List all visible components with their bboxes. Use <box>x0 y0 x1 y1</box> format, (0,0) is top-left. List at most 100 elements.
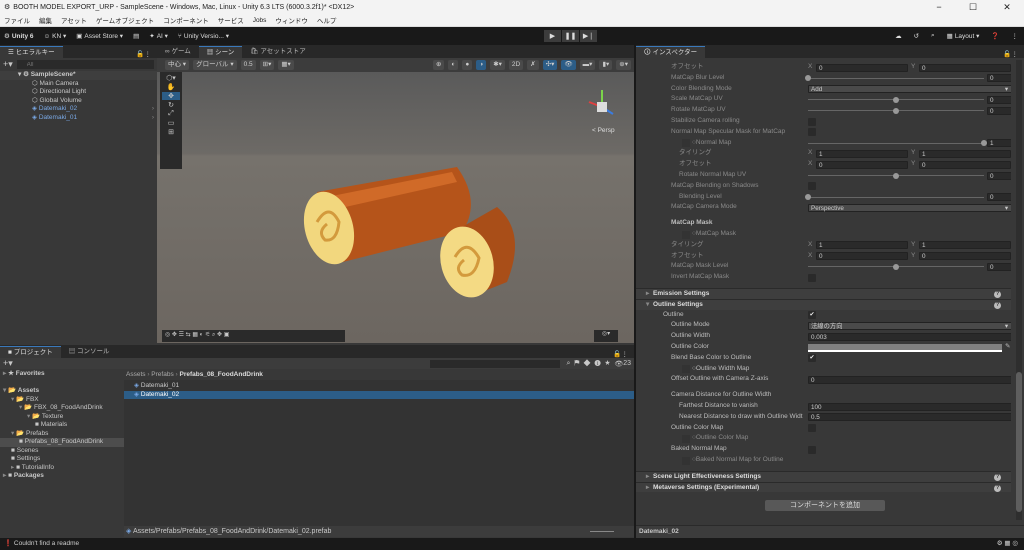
section-header[interactable]: ▸ Emission Settings? <box>636 288 1011 299</box>
2d-toggle-icon[interactable]: 2D <box>508 60 524 70</box>
texture-slot[interactable] <box>682 230 690 239</box>
overlay-tool-icon[interactable]: ◎ ✥ ☰ ⇆ ▦ ◐ ⚟ ⌕ ✥ ▣ <box>165 331 229 341</box>
vector-y-field[interactable]: 0 <box>919 160 1011 169</box>
texture-slot[interactable] <box>682 456 690 465</box>
menu-item[interactable]: ファイル <box>4 15 30 25</box>
space-dropdown[interactable]: グローバル ▾ <box>193 60 237 70</box>
cloud-icon[interactable]: ☁ <box>895 32 902 40</box>
debug-draw-icon[interactable]: ✱▾ <box>490 60 505 70</box>
history-icon[interactable]: ↺ <box>914 32 919 40</box>
folder-item[interactable]: ■ Scenes <box>0 447 124 456</box>
project-search-input[interactable] <box>430 359 561 368</box>
slider-track[interactable] <box>805 75 984 82</box>
checkbox[interactable] <box>808 128 816 137</box>
layout-dropdown[interactable]: ▦ Layout ▾ <box>947 32 980 40</box>
slider-knob[interactable] <box>805 75 811 82</box>
tab-inspector[interactable]: 🛈 インスペクター <box>636 46 706 58</box>
pivot-dropdown[interactable]: 中心 ▾ <box>165 60 190 70</box>
chevron-right-icon[interactable]: › <box>152 114 154 123</box>
lit-shaded-icon[interactable]: ◑ <box>476 60 487 70</box>
tab-console[interactable]: ▤ コンソール <box>61 346 118 358</box>
orientation-icon[interactable]: ⊕▾ <box>616 60 631 70</box>
shaded-icon[interactable]: ● <box>462 60 473 70</box>
folder-item[interactable]: ▾ 📂 Assets <box>0 387 124 396</box>
step-button[interactable]: ▶❘ <box>580 30 597 42</box>
icon-size-slider[interactable] <box>590 531 614 532</box>
hierarchy-item[interactable]: ◈ Datemaki_02 › <box>0 105 157 114</box>
menu-item[interactable]: コンポーネント <box>163 15 209 25</box>
slider-track[interactable] <box>808 96 984 103</box>
slider-value-field[interactable]: 1 <box>987 139 1011 148</box>
menu-item[interactable]: ゲームオブジェクト <box>96 15 154 25</box>
folder-item[interactable]: ▾ 📂 Prefabs <box>0 430 124 439</box>
value-field[interactable]: 100 <box>808 402 1011 411</box>
menu-item[interactable]: ヘルプ <box>317 15 337 25</box>
inspector-scrollbar[interactable] <box>1016 60 1022 520</box>
increment-snap-icon[interactable]: ▦▾ <box>278 60 294 70</box>
tab-asset-store[interactable]: 🛍 アセットストア <box>242 46 313 58</box>
persp-label[interactable]: < Persp <box>592 127 615 134</box>
camera-overlay-icon[interactable]: ◎▾ <box>594 330 618 342</box>
wireframe-shading-icon[interactable]: ⊕ <box>432 60 445 70</box>
value-field[interactable]: 0 <box>808 375 1011 384</box>
slider-knob[interactable] <box>893 107 899 114</box>
help-icon[interactable]: ? <box>994 301 1001 309</box>
vector-y-field[interactable]: 0 <box>919 63 1011 72</box>
menu-item[interactable]: ウィンドウ <box>275 15 308 25</box>
rect-tool-icon[interactable]: ▭ <box>168 119 175 127</box>
status-icons[interactable]: ⚙ ▦ ◎ <box>997 538 1018 550</box>
slider-track[interactable] <box>808 140 987 147</box>
asset-store-button[interactable]: ▣ Asset Store ▾ <box>76 32 123 40</box>
slider-track[interactable] <box>808 107 984 114</box>
maximize-button[interactable]: ☐ <box>956 0 990 14</box>
help-icon[interactable]: ? <box>994 473 1001 481</box>
checkbox[interactable]: ✔ <box>808 311 816 320</box>
file-item[interactable]: ◈ Datemaki_01 <box>124 382 634 391</box>
slider-track[interactable] <box>805 194 984 201</box>
account-button[interactable]: ☺ KN ▾ <box>44 32 67 41</box>
transform-tool-icon[interactable]: ⊞ <box>168 128 174 136</box>
snap-value-field[interactable]: 0.5 <box>240 60 256 70</box>
help-icon[interactable]: ? <box>994 291 1001 298</box>
checkbox[interactable] <box>808 117 816 126</box>
slider-track[interactable] <box>808 263 984 270</box>
tab-scene[interactable]: ▦ シーン <box>198 46 243 58</box>
folder-item[interactable]: ▸ ■ TutorialInfo <box>0 464 124 473</box>
dropdown[interactable]: Add ▾ <box>808 85 1011 94</box>
play-button[interactable]: ▶ <box>544 30 561 42</box>
more-menu-icon[interactable]: ⋮ <box>1012 32 1019 40</box>
vector-y-field[interactable]: 1 <box>919 241 1011 250</box>
lock-icon[interactable]: 🔓⋮ <box>1003 50 1024 58</box>
lock-icon[interactable]: 🔓⋮ <box>136 50 157 58</box>
tab-hierarchy[interactable]: ☰ ヒエラルキー <box>0 46 63 58</box>
slider-knob[interactable] <box>893 96 899 103</box>
section-header[interactable]: ▸ Metaverse Settings (Experimental)? <box>636 481 1011 493</box>
breadcrumb-item[interactable]: Assets <box>126 371 146 378</box>
hierarchy-search-input[interactable] <box>16 60 154 69</box>
value-field[interactable]: 0.003 <box>808 332 1011 341</box>
lock-icon[interactable]: 🔓⋮ <box>613 350 634 358</box>
help-icon[interactable]: ❓ <box>991 32 999 40</box>
section-header[interactable]: ▾ Outline Settings? <box>636 298 1011 310</box>
folder-item[interactable]: ▾ 📂 FBX_08_FoodAndDrink <box>0 404 124 413</box>
view-options-icon[interactable]: ⬡▾ <box>166 74 176 82</box>
search-icon[interactable]: ⌕ <box>931 32 935 40</box>
slider-value-field[interactable]: 0 <box>987 171 1011 180</box>
slider-value-field[interactable]: 0 <box>987 262 1011 271</box>
vector-x-field[interactable]: 1 <box>816 241 908 250</box>
help-icon[interactable]: ? <box>994 484 1001 492</box>
value-field[interactable]: 0.5 <box>808 413 1011 422</box>
vector-x-field[interactable]: 0 <box>816 252 908 261</box>
camera-settings-icon[interactable]: ▬▾ <box>579 60 596 70</box>
texture-slot[interactable] <box>682 434 690 443</box>
tab-game[interactable]: ∞ ゲーム <box>157 46 199 58</box>
checkbox[interactable] <box>808 182 816 191</box>
folder-item[interactable]: ▾ 📂 FBX <box>0 396 124 405</box>
dropdown[interactable]: Perspective ▾ <box>808 203 1011 212</box>
vector-y-field[interactable]: 0 <box>919 252 1011 261</box>
checkbox[interactable] <box>808 273 816 282</box>
add-button[interactable]: +▾ <box>3 59 13 70</box>
lighting-toggle-icon[interactable]: ✗ <box>527 60 539 70</box>
slider-value-field[interactable]: 0 <box>987 106 1011 115</box>
slider-value-field[interactable]: 0 <box>987 95 1011 104</box>
